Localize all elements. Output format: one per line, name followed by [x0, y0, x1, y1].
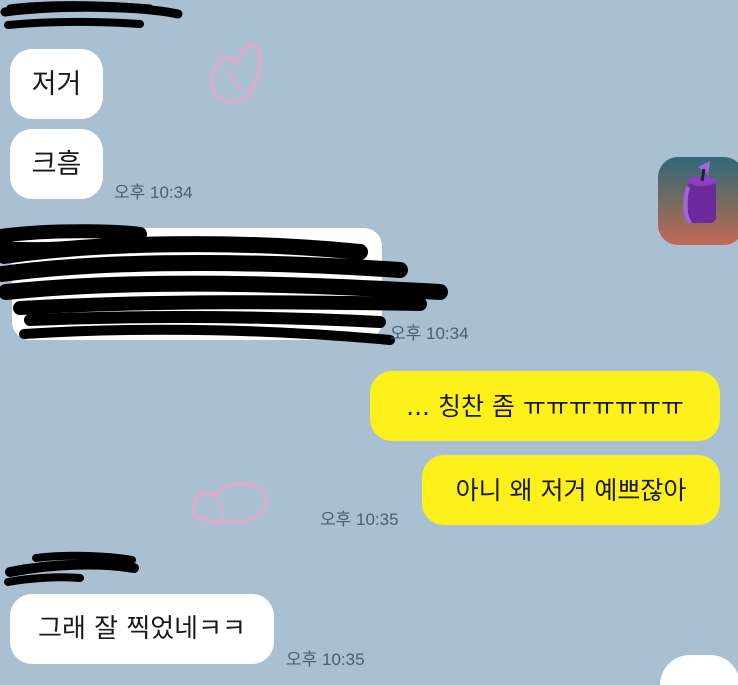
avatar[interactable] — [660, 655, 738, 685]
message-timestamp: 오후 10:34 — [390, 324, 469, 343]
outgoing-message-bubble[interactable]: 아니 왜 저거 예쁘잖아 — [422, 455, 720, 525]
message-timestamp: 오후 10:35 — [320, 510, 399, 529]
incoming-message-bubble[interactable]: 저거 — [10, 49, 103, 119]
redaction-top-name — [0, 1, 183, 29]
redaction-scribble — [0, 224, 448, 345]
ghost-sticker-icon — [191, 482, 268, 524]
incoming-message-bubble[interactable]: 크흠 — [10, 129, 103, 199]
message-timestamp: 오후 10:34 — [114, 183, 193, 202]
paint-bucket-avatar-icon[interactable] — [658, 157, 738, 245]
outgoing-message-bubble[interactable]: ... 칭찬 좀 ㅠㅠㅠㅠㅠㅠㅠ — [370, 371, 720, 441]
message-text: 아니 왜 저거 예쁘잖아 — [455, 475, 687, 505]
message-timestamp: 오후 10:35 — [286, 650, 365, 669]
redaction-bottom-name — [4, 551, 139, 586]
message-text: ... 칭찬 좀 ㅠㅠㅠㅠㅠㅠㅠ — [406, 391, 684, 421]
incoming-message-bubble[interactable]: 그래 잘 찍었네ㅋㅋ — [10, 594, 274, 664]
message-text: 그래 잘 찍었네ㅋㅋ — [38, 614, 246, 644]
message-text: 크흠 — [31, 148, 82, 180]
ghost-sticker-icon — [210, 44, 262, 104]
message-text: 저거 — [31, 68, 82, 100]
